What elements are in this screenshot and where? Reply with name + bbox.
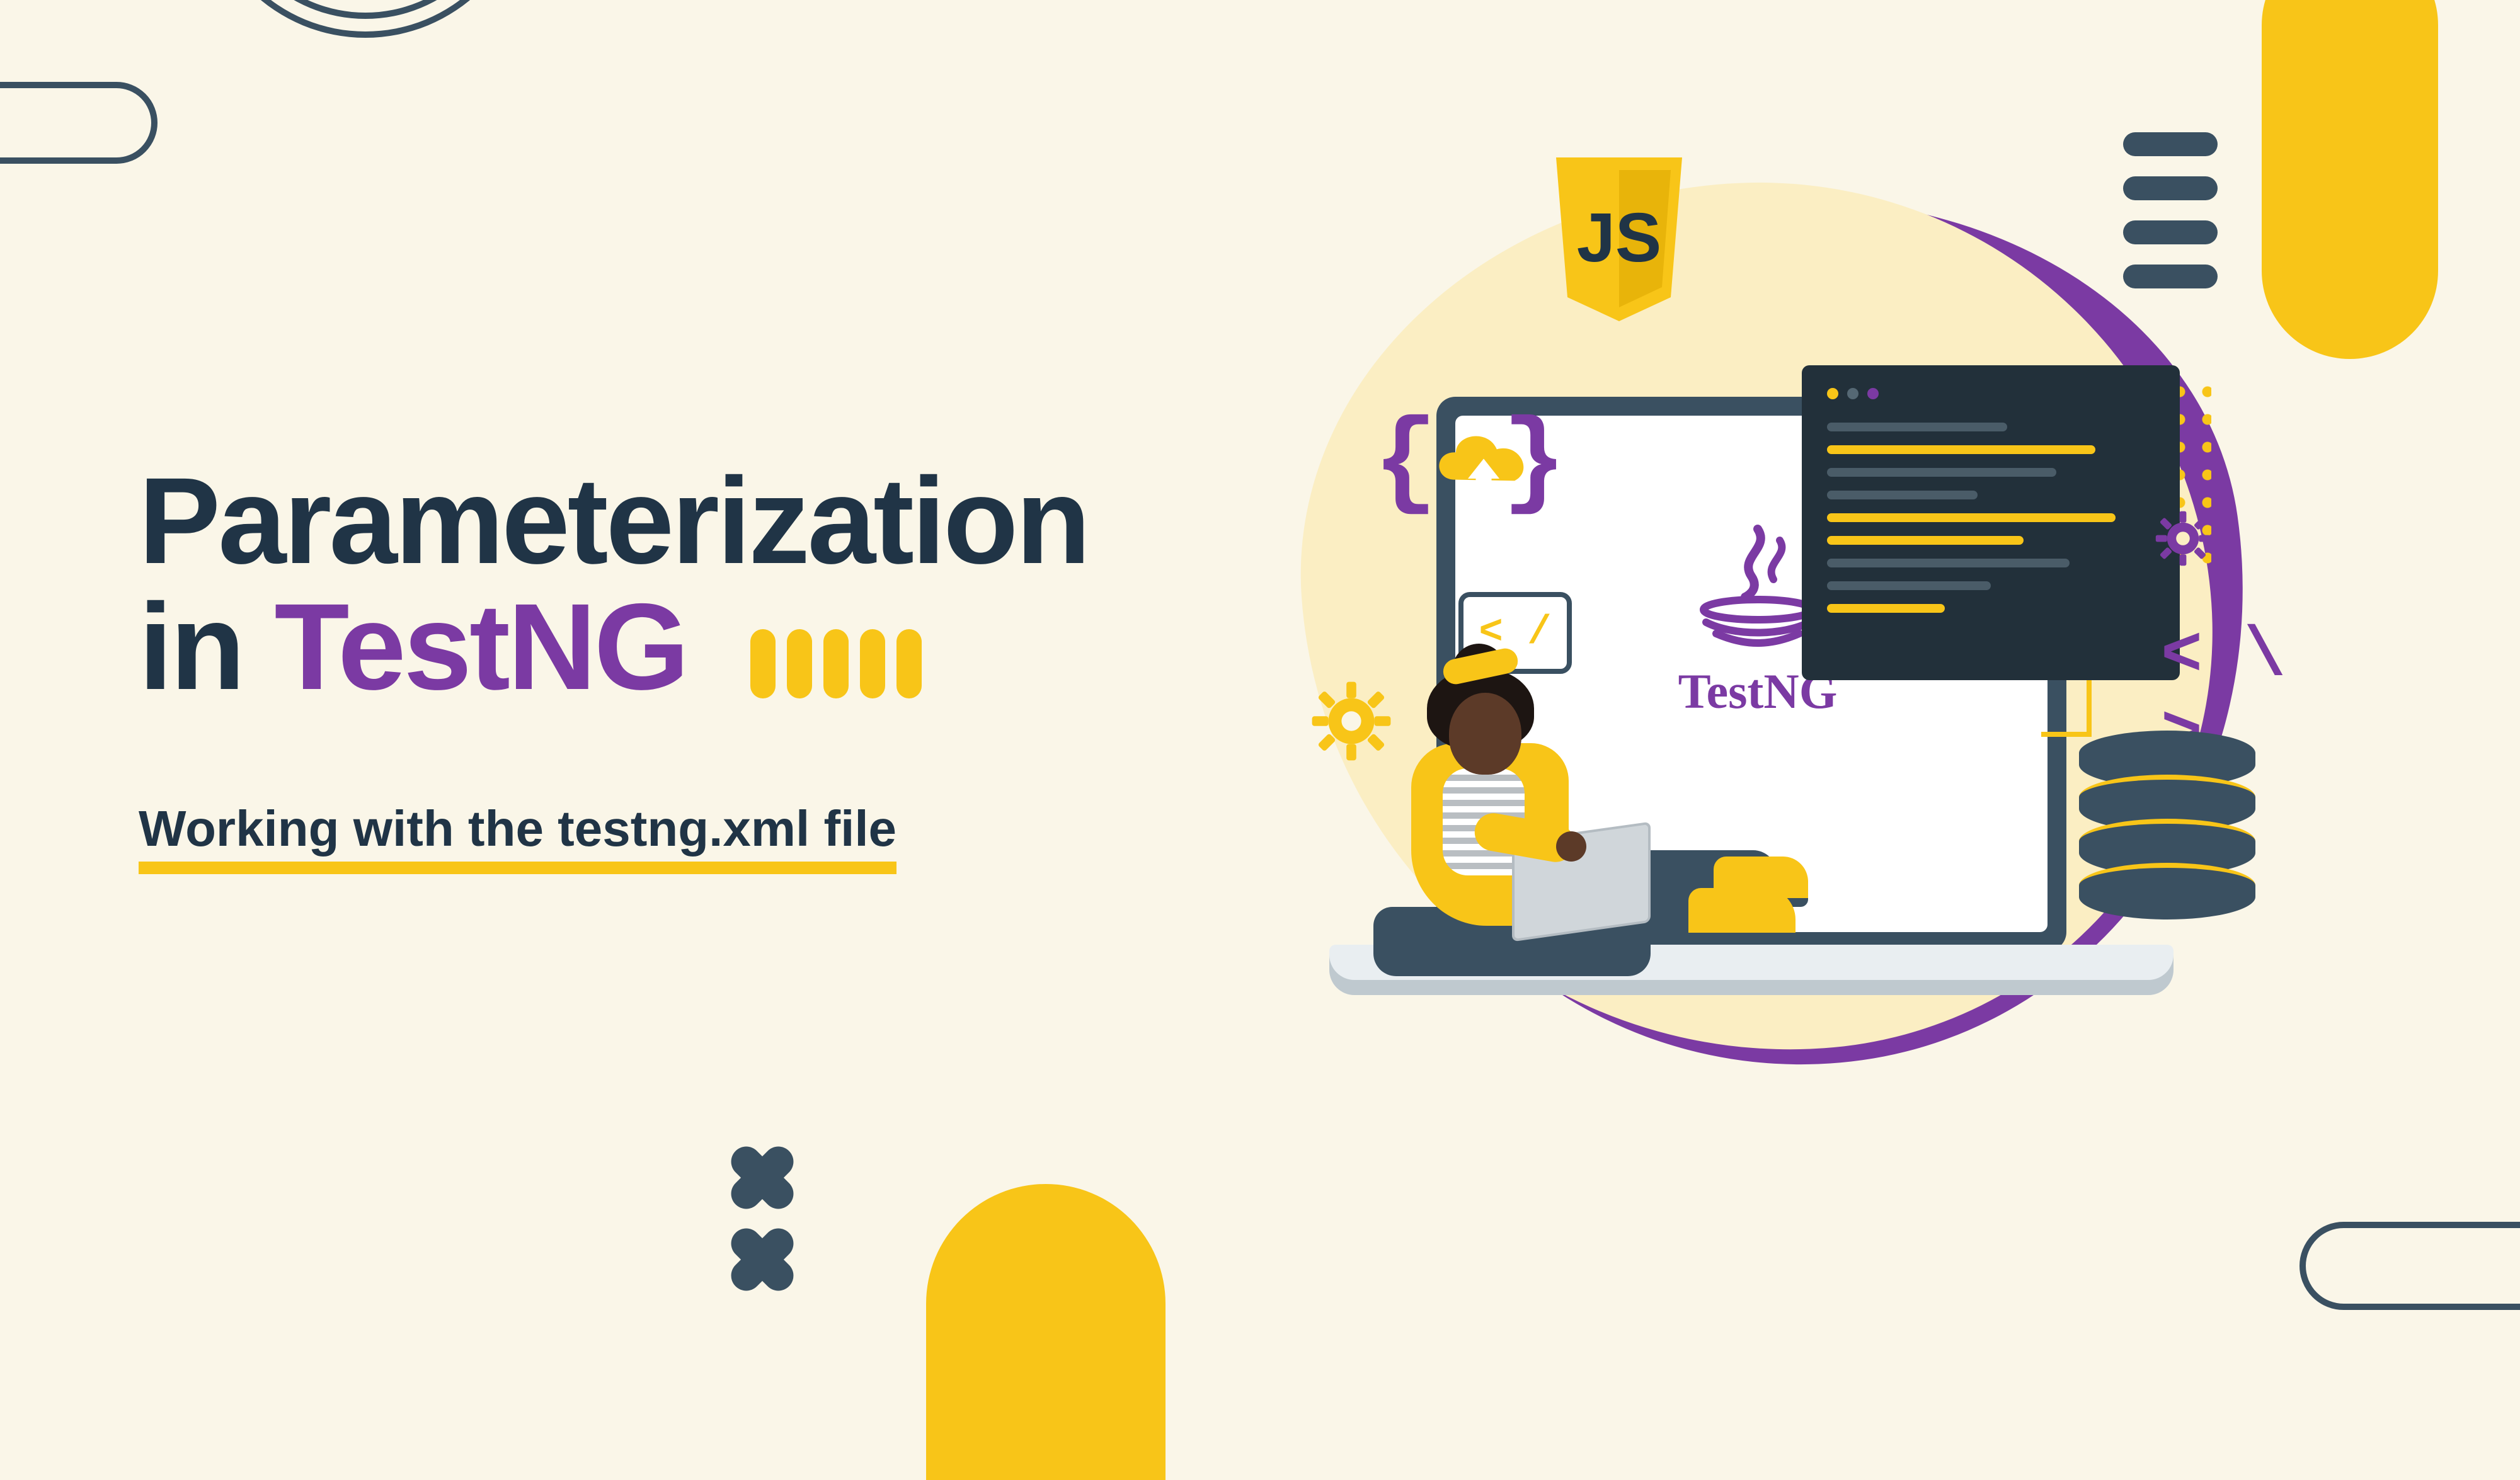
gear-purple-icon xyxy=(2155,510,2211,567)
title-block: Parameterization in TestNG xyxy=(139,460,1088,721)
js-shield-text: JS xyxy=(1577,199,1662,276)
person-illustration xyxy=(1317,674,1745,1001)
title-line2-plain: in xyxy=(139,578,274,715)
title-line2: in TestNG xyxy=(139,583,1088,721)
title-line2-highlight: TestNG xyxy=(274,578,687,715)
js-shield-icon: JS xyxy=(1544,151,1695,327)
arch-yellow-bottom xyxy=(926,1184,1166,1480)
code-lines xyxy=(1827,423,2155,613)
subtitle: Working with the testng.xml file xyxy=(139,800,896,874)
cloud-upload-icon xyxy=(1411,422,1556,516)
title-line1: Parameterization xyxy=(139,460,1088,583)
hero-illustration: TestNG JS { } < / > xyxy=(1222,126,2356,1134)
database-stack-icon xyxy=(2079,731,2255,945)
pill-outline-left xyxy=(0,82,158,164)
pill-outline-bottom-right xyxy=(2300,1222,2520,1310)
x-marks-decoration xyxy=(731,1146,794,1291)
wire-decoration xyxy=(2041,680,2092,737)
code-window xyxy=(1802,365,2180,680)
title-ticks-decoration xyxy=(750,592,933,721)
